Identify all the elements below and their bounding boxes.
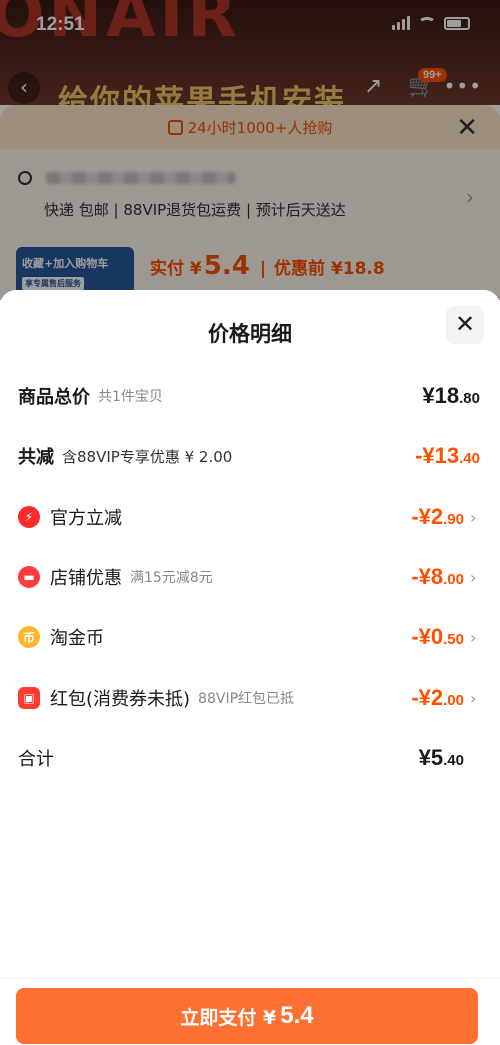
- row-official-discount[interactable]: ⚡ 官方立减 -¥2.90 ›: [18, 497, 480, 537]
- row-amount: -¥13.40: [415, 443, 480, 468]
- red-packet-icon: ▣: [18, 687, 40, 709]
- pay-amount: 5.4: [280, 1002, 314, 1029]
- price-detail-panel: 价格明细 ✕ 商品总价 共1件宝贝 ¥18.80 共减 含88VIP专享优惠 ¥…: [0, 290, 500, 1045]
- close-button[interactable]: ✕: [446, 306, 484, 344]
- dim-overlay[interactable]: [0, 0, 500, 300]
- close-icon: ✕: [454, 310, 476, 338]
- footer-divider: [0, 978, 500, 979]
- coin-icon: 币: [18, 626, 40, 648]
- row-amount: -¥0.50: [411, 624, 464, 649]
- row-taojinbi[interactable]: 币 淘金币 -¥0.50 ›: [18, 617, 480, 657]
- row-label: 合计: [18, 749, 54, 770]
- row-store-discount[interactable]: ▬ 店铺优惠 满15元减8元 -¥8.00 ›: [18, 557, 480, 597]
- row-amount: -¥2.90: [411, 504, 464, 529]
- chevron-right-icon: ›: [470, 627, 477, 647]
- row-amount: ¥5.40: [418, 745, 464, 770]
- row-amount: ¥18.80: [422, 383, 480, 408]
- row-total-discount: 共减 含88VIP专享优惠 ¥ 2.00 -¥13.40: [18, 436, 480, 476]
- panel-title: 价格明细: [208, 322, 292, 346]
- row-subtotal: 合计 ¥5.40: [18, 738, 480, 778]
- pay-now-button[interactable]: 立即支付 ¥ 5.4: [16, 988, 478, 1044]
- bolt-icon: ⚡: [18, 506, 40, 528]
- row-amount: -¥2.00: [411, 685, 464, 710]
- row-sub: 满15元减8元: [130, 570, 213, 586]
- chevron-right-icon: ›: [470, 688, 477, 708]
- store-icon: ▬: [18, 566, 40, 588]
- chevron-right-icon: ›: [470, 507, 477, 527]
- row-amount: -¥8.00: [411, 564, 464, 589]
- row-sub: 含88VIP专享优惠 ¥ 2.00: [62, 447, 233, 466]
- row-label: 店铺优惠: [50, 568, 122, 589]
- row-red-packet[interactable]: ▣ 红包(消费券未抵) 88VIP红包已抵 -¥2.00 ›: [18, 678, 480, 718]
- row-label: 淘金币: [50, 628, 104, 649]
- row-sub: 共1件宝贝: [98, 389, 163, 405]
- chevron-right-icon: ›: [470, 567, 477, 587]
- pay-label: 立即支付 ¥: [180, 1006, 277, 1029]
- row-label: 商品总价: [18, 387, 90, 408]
- row-total-price: 商品总价 共1件宝贝 ¥18.80: [18, 376, 480, 416]
- row-label: 共减: [18, 447, 54, 468]
- row-sub: 88VIP红包已抵: [198, 691, 295, 707]
- row-label: 红包(消费券未抵): [50, 689, 191, 710]
- row-label: 官方立减: [50, 508, 122, 529]
